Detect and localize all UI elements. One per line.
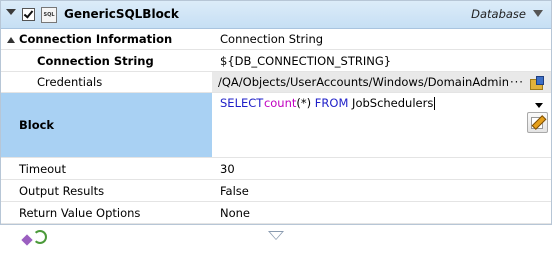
return-value-options-value[interactable]: None xyxy=(220,206,250,220)
credentials-value[interactable]: /QA/Objects/UserAccounts/Windows/DomainA… xyxy=(218,75,512,89)
group-value: Connection String xyxy=(220,32,324,46)
timeout-value[interactable]: 30 xyxy=(220,162,235,176)
property-row-block[interactable]: Block SELECT count(*) FROM JobSchedulers xyxy=(1,93,551,158)
property-label: Return Value Options xyxy=(19,205,141,220)
sql-icon: SQL xyxy=(41,7,57,23)
group-label: Connection Information xyxy=(19,32,173,46)
property-label: Credentials xyxy=(37,75,103,89)
dropdown-arrow-icon[interactable] xyxy=(535,103,543,108)
collapse-icon[interactable] xyxy=(6,9,16,15)
connector-icon[interactable] xyxy=(21,230,47,246)
more-button[interactable]: ··· xyxy=(508,75,526,89)
text-cursor xyxy=(434,97,436,110)
property-row-timeout[interactable]: Timeout 30 xyxy=(1,158,551,180)
drop-target-arrow-icon xyxy=(268,231,284,240)
activity-designer: SQL GenericSQLBlock Database Connection … xyxy=(0,0,552,225)
connection-string-value[interactable]: ${DB_CONNECTION_STRING} xyxy=(220,54,391,68)
output-results-value[interactable]: False xyxy=(220,184,249,198)
expand-menu-icon[interactable] xyxy=(533,10,543,17)
property-label: Connection String xyxy=(37,53,154,68)
edit-sql-button[interactable] xyxy=(527,112,548,133)
property-row-credentials[interactable]: Credentials /QA/Objects/UserAccounts/Win… xyxy=(1,72,551,93)
group-row-connection-information[interactable]: Connection Information Connection String xyxy=(1,29,551,50)
sql-text[interactable]: SELECT count(*) FROM JobSchedulers xyxy=(220,96,436,110)
property-row-output-results[interactable]: Output Results False xyxy=(1,180,551,202)
browse-folder-icon[interactable] xyxy=(530,76,544,90)
activity-header[interactable]: SQL GenericSQLBlock Database xyxy=(1,1,551,29)
collapse-group-icon[interactable] xyxy=(7,37,15,43)
property-row-return-value-options[interactable]: Return Value Options None xyxy=(1,202,551,224)
activity-title: GenericSQLBlock xyxy=(64,7,179,21)
activity-category: Database xyxy=(471,7,526,21)
property-row-connection-string[interactable]: Connection String ${DB_CONNECTION_STRING… xyxy=(1,50,551,72)
enable-checkbox[interactable] xyxy=(22,8,35,21)
sql-editor[interactable]: SELECT count(*) FROM JobSchedulers xyxy=(212,93,551,158)
property-label: Block xyxy=(19,118,55,132)
property-label: Output Results xyxy=(19,183,105,198)
property-label: Timeout xyxy=(19,161,66,176)
